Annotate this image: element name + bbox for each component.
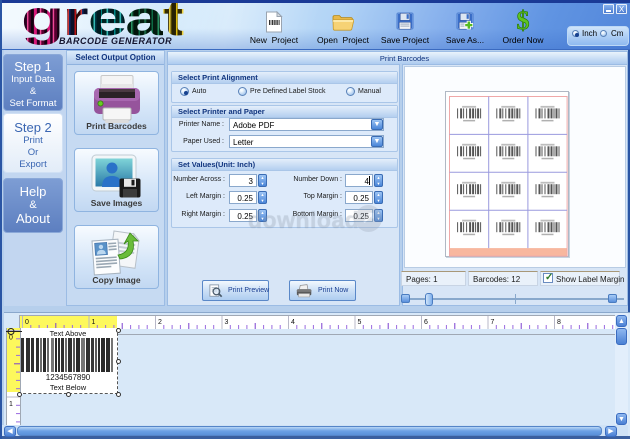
- svg-text:1: 1: [9, 401, 13, 408]
- svg-text:$: $: [517, 8, 530, 34]
- svg-text:1: 1: [92, 319, 96, 326]
- svg-text:6: 6: [424, 319, 428, 326]
- svg-text:7: 7: [491, 319, 495, 326]
- svg-text:2: 2: [158, 319, 162, 326]
- svg-text:5: 5: [358, 319, 362, 326]
- svg-text:0: 0: [25, 319, 29, 326]
- svg-text:3: 3: [225, 319, 229, 326]
- svg-text:8: 8: [557, 319, 561, 326]
- svg-text:4: 4: [291, 319, 295, 326]
